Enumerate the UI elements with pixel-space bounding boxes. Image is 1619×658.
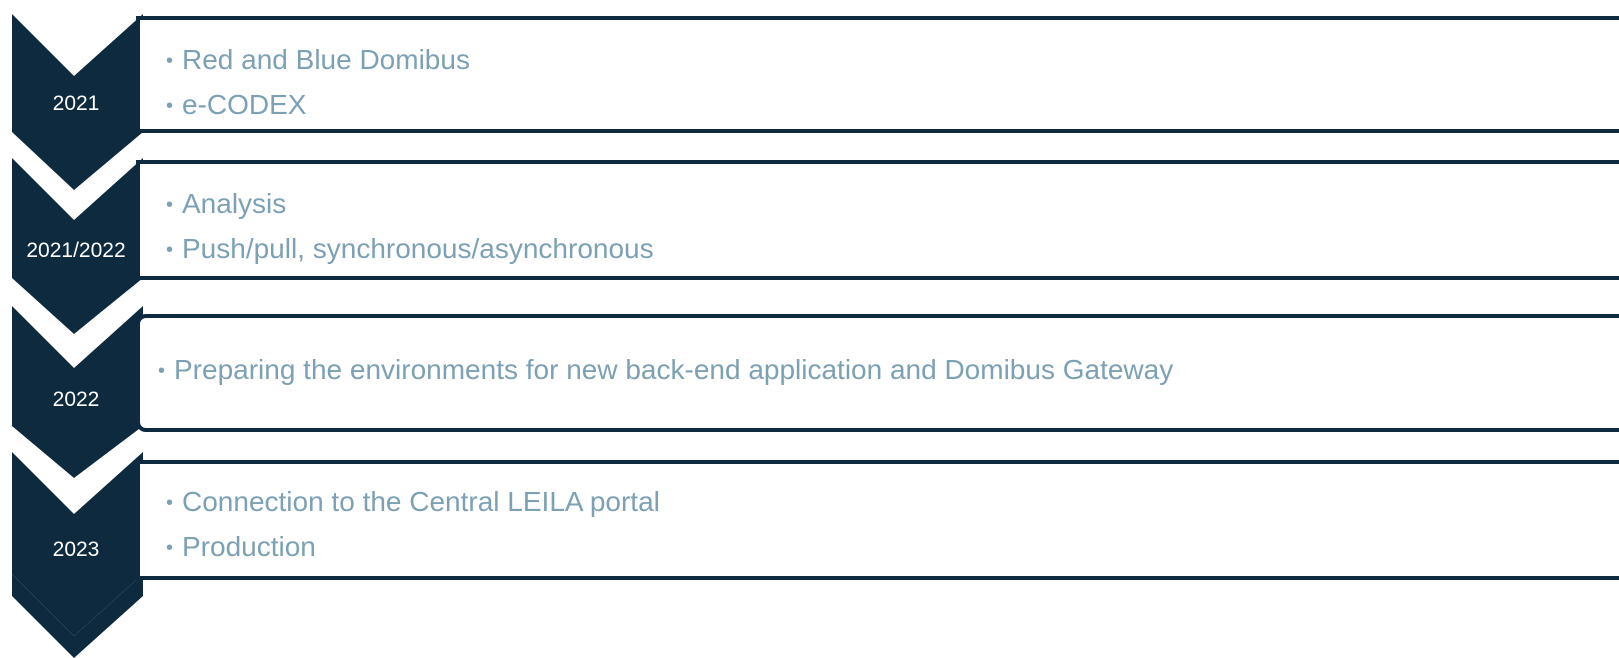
- step-box-2021: • Red and Blue Domibus • e-CODEX: [136, 16, 1619, 133]
- item-text: Connection to the Central LEILA portal: [182, 486, 660, 517]
- bullet-icon: •: [166, 95, 174, 117]
- step-items-2022: • Preparing the environments for new back…: [158, 348, 1619, 393]
- step-box-2021-2022: • Analysis • Push/pull, synchronous/asynch…: [136, 160, 1619, 280]
- item-text: Push/pull, synchronous/asynchronous: [182, 233, 654, 264]
- bullet-icon: •: [166, 492, 174, 514]
- bullet-icon: •: [166, 50, 174, 72]
- list-item: • Connection to the Central LEILA portal: [166, 480, 1619, 525]
- list-item: • Production: [166, 525, 1619, 570]
- step-items-2021-2022: • Analysis • Push/pull, synchronous/asynch…: [166, 182, 1619, 272]
- step-box-2022: • Preparing the environments for new back…: [136, 314, 1619, 432]
- list-item: • Red and Blue Domibus: [166, 38, 1619, 83]
- bullet-icon: •: [166, 239, 174, 261]
- item-text: Preparing the environments for new back-…: [174, 354, 1174, 385]
- bullet-icon: •: [166, 194, 174, 216]
- step-box-2023: • Connection to the Central LEILA portal …: [136, 460, 1619, 580]
- step-items-2023: • Connection to the Central LEILA portal …: [166, 480, 1619, 570]
- year-label-2021: 2021: [52, 92, 100, 115]
- list-item: • Analysis: [166, 182, 1619, 227]
- list-item: • e-CODEX: [166, 83, 1619, 128]
- item-text: Production: [182, 531, 316, 562]
- year-label-2022: 2022: [52, 388, 100, 411]
- item-text: e-CODEX: [182, 89, 307, 120]
- year-label-2023: 2023: [52, 538, 100, 561]
- step-items-2021: • Red and Blue Domibus • e-CODEX: [166, 38, 1619, 128]
- timeline-diagram: 2021 • Red and Blue Domibus • e-CODEX 2021…: [0, 0, 1619, 658]
- list-item: • Push/pull, synchronous/asynchronous: [166, 227, 1619, 272]
- bullet-icon: •: [166, 537, 174, 559]
- list-item: • Preparing the environments for new back…: [158, 348, 1619, 393]
- item-text: Analysis: [182, 188, 287, 219]
- year-label-2021-2022: 2021/2022: [26, 239, 126, 262]
- item-text: Red and Blue Domibus: [182, 44, 470, 75]
- bullet-icon: •: [158, 360, 166, 382]
